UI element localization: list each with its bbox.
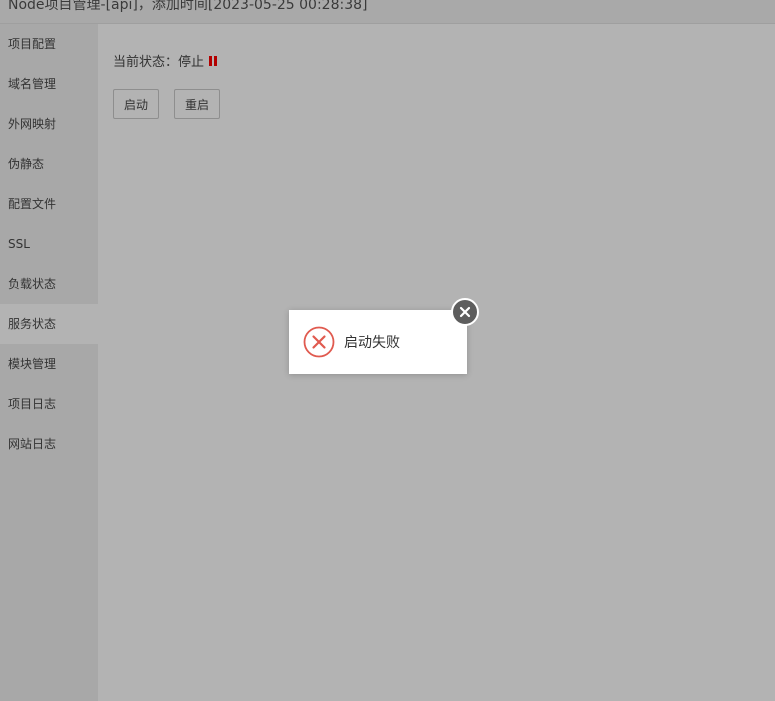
sidebar-item-module-management[interactable]: 模块管理 [0, 344, 98, 384]
sidebar-item-config-file[interactable]: 配置文件 [0, 184, 98, 224]
title-bar: Node项目管理-[api]，添加时间[2023-05-25 00:28:38] [0, 0, 775, 24]
window-title: Node项目管理-[api]，添加时间[2023-05-25 00:28:38] [8, 0, 368, 13]
sidebar-item-load-status[interactable]: 负载状态 [0, 264, 98, 304]
error-toast: 启动失败 [289, 310, 467, 374]
app-window: Node项目管理-[api]，添加时间[2023-05-25 00:28:38]… [0, 0, 775, 701]
sidebar: 项目配置 域名管理 外网映射 伪静态 配置文件 SSL 负载状态 服务状态 模块… [0, 24, 98, 701]
sidebar-item-project-config[interactable]: 项目配置 [0, 24, 98, 64]
sidebar-item-rewrite[interactable]: 伪静态 [0, 144, 98, 184]
sidebar-item-service-status[interactable]: 服务状态 [0, 304, 98, 344]
close-icon [459, 306, 471, 318]
sidebar-item-domain-management[interactable]: 域名管理 [0, 64, 98, 104]
start-button[interactable]: 启动 [113, 89, 159, 119]
sidebar-item-site-log[interactable]: 网站日志 [0, 424, 98, 464]
sidebar-item-ssl[interactable]: SSL [0, 224, 98, 264]
service-status: 当前状态：停止 [113, 51, 218, 70]
restart-button[interactable]: 重启 [174, 89, 220, 119]
toast-close-button[interactable] [451, 298, 479, 326]
sidebar-item-external-mapping[interactable]: 外网映射 [0, 104, 98, 144]
pause-icon [209, 55, 218, 66]
toast-message: 启动失败 [344, 335, 400, 351]
sidebar-item-project-log[interactable]: 项目日志 [0, 384, 98, 424]
error-circle-icon [303, 326, 335, 358]
status-label: 当前状态：停止 [113, 55, 205, 70]
